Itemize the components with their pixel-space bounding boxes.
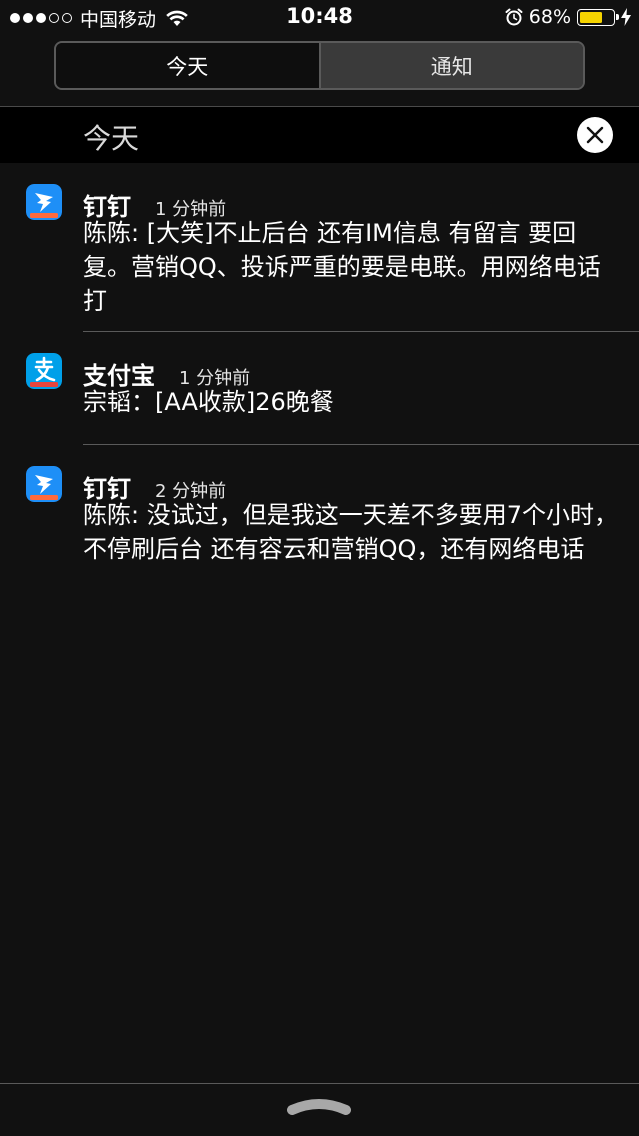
charging-bolt-icon — [621, 8, 631, 26]
dingtalk-icon — [26, 184, 62, 220]
battery-icon — [577, 8, 619, 26]
section-title: 今天 — [83, 122, 140, 155]
notification-item[interactable]: 支付宝 1 分钟前 宗韬：[AA收款]26晚餐 — [0, 332, 639, 445]
dismiss-handle[interactable] — [286, 1098, 352, 1118]
status-bar: 中国移动 10:48 68% — [0, 0, 639, 36]
alarm-icon — [505, 8, 523, 26]
notification-center: 中国移动 10:48 68% 今天 通知 今天 钉钉 1 分钟前 陈陈: [大笑… — [0, 0, 639, 1136]
notification-list: 钉钉 1 分钟前 陈陈: [大笑]不止后台 还有IM信息 有留言 要回复。营销Q… — [0, 163, 639, 605]
close-icon — [586, 126, 604, 144]
view-segmented-control: 今天 通知 — [54, 41, 585, 90]
dingtalk-icon — [26, 466, 62, 502]
notification-message: 陈陈: 没试过，但是我这一天差不多要用7个小时，不停刷后台 还有容云和营销QQ，… — [83, 501, 618, 563]
alipay-icon — [26, 353, 62, 389]
notification-message: 宗韬：[AA收款]26晚餐 — [83, 388, 334, 416]
battery-level-fill — [580, 11, 602, 23]
battery-percent: 68% — [528, 6, 571, 28]
tab-notifications[interactable]: 通知 — [320, 43, 583, 88]
notification-item[interactable]: 钉钉 1 分钟前 陈陈: [大笑]不止后台 还有IM信息 有留言 要回复。营销Q… — [0, 163, 639, 332]
tab-today[interactable]: 今天 — [56, 43, 321, 88]
status-right: 68% — [505, 5, 631, 29]
divider — [0, 1083, 639, 1084]
notification-message: 陈陈: [大笑]不止后台 还有IM信息 有留言 要回复。营销QQ、投诉严重的要是… — [83, 219, 601, 315]
section-header: 今天 — [0, 107, 639, 163]
clear-notifications-button[interactable] — [577, 117, 613, 153]
notification-item[interactable]: 钉钉 2 分钟前 陈陈: 没试过，但是我这一天差不多要用7个小时，不停刷后台 还… — [0, 445, 639, 605]
